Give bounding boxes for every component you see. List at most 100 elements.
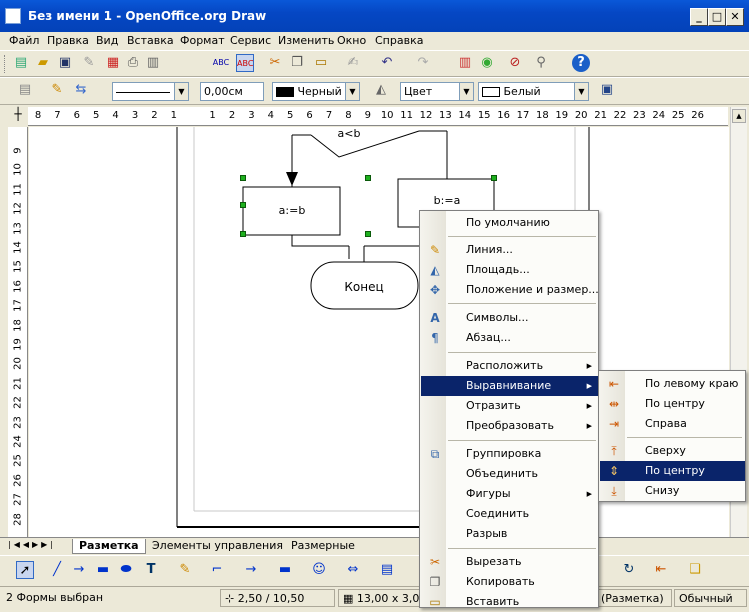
menu-item-shapes[interactable]: Фигуры ▶ (421, 484, 598, 504)
ruler-tick: 17 (516, 110, 530, 121)
menu-item-copy[interactable]: ❐ Копировать (421, 572, 598, 592)
menu-item-paragraph[interactable]: ¶ Абзац... (421, 328, 598, 348)
zoom-icon[interactable]: ⚲ (532, 54, 550, 72)
rectangle-icon[interactable]: ▬ (94, 561, 112, 579)
undo-icon[interactable]: ↶ (378, 54, 396, 72)
format-paintbrush-icon[interactable]: ✍ (344, 54, 362, 72)
curve-tool-icon[interactable]: ✎ (176, 561, 194, 579)
minimize-button[interactable]: _ (690, 8, 708, 26)
menu-tools[interactable]: Сервис (230, 34, 271, 49)
export-pdf-icon[interactable]: ▦ (104, 54, 122, 72)
area-color-dropdown[interactable]: Белый ▼ (478, 82, 589, 101)
cut-icon[interactable]: ✂ (266, 54, 284, 72)
ruler-tick: 18 (12, 318, 24, 332)
chart-icon[interactable]: ▥ (456, 54, 474, 72)
menu-item-arrange[interactable]: Расположить ▶ (421, 356, 598, 376)
block-arrows-icon[interactable]: ⇔ (344, 561, 362, 579)
align-right-item[interactable]: ⇥ Справа (600, 414, 745, 434)
open-folder-icon[interactable]: ▰ (34, 54, 52, 72)
scroll-up-icon[interactable]: ▲ (732, 109, 746, 123)
ellipse-icon[interactable]: ⬬ (117, 561, 135, 579)
area-type-dropdown[interactable]: Цвет ▼ (400, 82, 474, 101)
rotate-icon[interactable]: ↻ (620, 561, 638, 579)
selection-handle[interactable] (240, 202, 246, 208)
menu-file[interactable]: Файл (9, 34, 39, 49)
tab-layout[interactable]: Разметка (72, 539, 146, 554)
selection-handle[interactable] (240, 231, 246, 237)
area-bucket-icon[interactable]: ◭ (372, 81, 390, 99)
menu-item-combine[interactable]: Объединить (421, 464, 598, 484)
tab-nav-arrows-icon[interactable]: |◀◀▶▶| (8, 540, 56, 549)
menu-item-default[interactable]: По умолчанию (421, 213, 598, 233)
arrow-style-icon[interactable]: ⇆ (72, 81, 90, 99)
help-icon[interactable]: ? (572, 54, 590, 72)
line-color-dropdown[interactable]: Черный ▼ (272, 82, 360, 101)
menu-edit[interactable]: Правка (47, 34, 89, 49)
text-tool-icon[interactable]: T (142, 561, 160, 579)
align-top-item[interactable]: ⤒ Сверху (600, 441, 745, 461)
close-button[interactable]: ✕ (726, 8, 744, 26)
menu-item-convert[interactable]: Преобразовать ▶ (421, 416, 598, 436)
align-middle-item[interactable]: ⇕ По центру (600, 461, 745, 481)
copy-icon[interactable]: ❐ (288, 54, 306, 72)
line-width-field[interactable]: 0,00см (200, 82, 264, 101)
alignment-icon[interactable]: ⇤ (652, 561, 670, 579)
menu-item-alignment[interactable]: Выравнивание ▶ (421, 376, 598, 396)
shapes-icon[interactable]: ▬ (276, 561, 294, 579)
paste-icon[interactable]: ▭ (312, 54, 330, 72)
autospellcheck-icon[interactable]: ABC (236, 54, 254, 72)
menu-view[interactable]: Вид (96, 34, 118, 49)
tab-controls[interactable]: Элементы управления (146, 539, 289, 554)
menu-item-group[interactable]: ⧉ Группировка (421, 444, 598, 464)
arrow-line-icon[interactable]: → (70, 561, 88, 579)
selection-handle[interactable] (365, 231, 371, 237)
menu-item-line[interactable]: ✎ Линия... (421, 240, 598, 260)
menu-item-paste[interactable]: ▭ Вставить (421, 592, 598, 612)
menu-help[interactable]: Справка (375, 34, 423, 49)
selection-handle[interactable] (365, 175, 371, 181)
menu-item-character[interactable]: A Символы... (421, 308, 598, 328)
menu-insert[interactable]: Вставка (127, 34, 174, 49)
new-doc-icon[interactable]: ▤ (12, 54, 30, 72)
gallery-icon[interactable]: ◉ (478, 54, 496, 72)
flowchart-icon[interactable]: ▤ (378, 561, 396, 579)
edit-file-icon[interactable]: ✎ (80, 54, 98, 72)
print-preview-icon[interactable]: ▥ (144, 54, 162, 72)
line-style-dropdown[interactable]: ▼ (112, 82, 189, 101)
vertical-ruler[interactable]: 9 10 11 12 13 14 15 16 17 18 19 20 21 22 23 24 25 26 27 28 (8, 127, 28, 537)
navigator-icon[interactable]: ⊘ (506, 54, 524, 72)
horizontal-ruler[interactable]: 8 7 6 5 4 3 2 1 1 2 3 4 5 6 7 8 9 10 11 12 13 14 15 16 17 18 19 20 2… (28, 107, 728, 126)
align-center-item[interactable]: ⇹ По центру (600, 394, 745, 414)
styles-icon[interactable]: ▤ (16, 81, 34, 99)
selection-handle[interactable] (491, 175, 497, 181)
arrange-icon[interactable]: ❑ (686, 561, 704, 579)
select-arrow-icon[interactable]: ➚ (16, 561, 34, 579)
spellcheck-icon[interactable]: ABC (212, 54, 230, 72)
menu-item-connect[interactable]: Соединить (421, 504, 598, 524)
menu-item-area[interactable]: ◭ Площадь... (421, 260, 598, 280)
align-left-item[interactable]: ⇤ По левому краю (600, 374, 745, 394)
menu-item-position-size[interactable]: ✥ Положение и размер... (421, 280, 599, 300)
menu-item-break[interactable]: Разрыв (421, 524, 598, 544)
shadow-icon[interactable]: ▣ (598, 81, 616, 99)
selection-handle[interactable] (240, 175, 246, 181)
menu-modify[interactable]: Изменить (278, 34, 334, 49)
lines-arrows-icon[interactable]: → (242, 561, 260, 579)
redo-icon[interactable]: ↷ (414, 54, 432, 72)
ruler-tick: 6 (73, 110, 80, 121)
ruler-tick: 24 (652, 110, 666, 121)
menu-item-cut[interactable]: ✂ Вырезать (421, 552, 598, 572)
menu-window[interactable]: Окно (337, 34, 366, 49)
symbol-shapes-icon[interactable]: ☺ (310, 561, 328, 579)
menu-format[interactable]: Формат (180, 34, 225, 49)
connector-icon[interactable]: ⌐ (208, 561, 226, 579)
print-icon[interactable]: ⎙ (124, 54, 142, 72)
maximize-button[interactable]: □ (708, 8, 726, 26)
menu-item-flip[interactable]: Отразить ▶ (421, 396, 598, 416)
toolbar-grip[interactable] (4, 55, 7, 73)
tab-dimensions[interactable]: Размерные (285, 539, 361, 554)
line-pen-icon[interactable]: ✎ (48, 81, 66, 99)
line-tool-icon[interactable]: ╱ (48, 561, 66, 579)
align-bottom-item[interactable]: ⤓ Снизу (600, 481, 745, 501)
save-icon[interactable]: ▣ (56, 54, 74, 72)
